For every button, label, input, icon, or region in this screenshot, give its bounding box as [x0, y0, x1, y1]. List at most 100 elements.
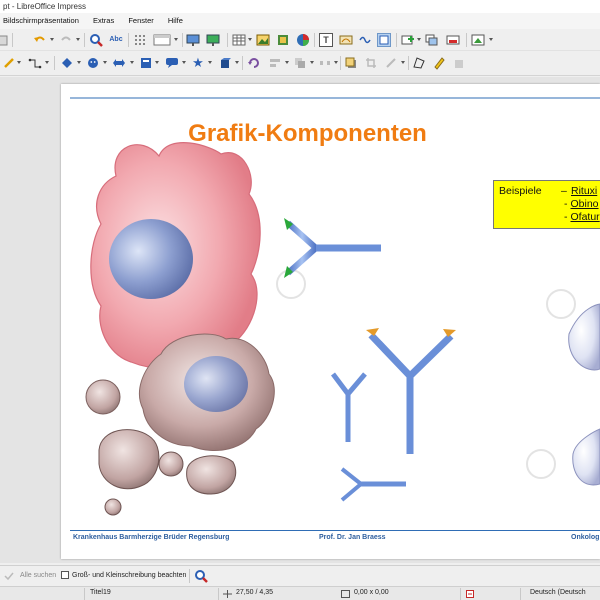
footer-author: Prof. Dr. Jan Braess [319, 534, 386, 541]
menu-slideshow[interactable]: Bildschirmpräsentation [3, 13, 79, 29]
symbol-shapes-icon[interactable] [86, 56, 100, 70]
basic-shapes-dropdown[interactable] [77, 61, 81, 64]
fontwork-icon[interactable] [339, 33, 353, 47]
menu-bar: Bildschirmpräsentation Extras Fenster Hi… [0, 13, 600, 29]
start-slideshow-icon[interactable] [186, 33, 200, 47]
table-icon[interactable] [232, 33, 246, 47]
small-cell-graphic [85, 379, 121, 415]
glue-points-icon[interactable] [432, 56, 446, 70]
callout-item-obinutuzumab[interactable]: - Obino [564, 198, 599, 210]
block-arrows-dropdown[interactable] [130, 61, 134, 64]
brown-cell-nucleus [184, 356, 248, 412]
undo-dropdown[interactable] [50, 38, 54, 41]
delete-slide-icon[interactable] [446, 33, 460, 47]
stars-icon[interactable]: ★ [191, 56, 205, 70]
antibody-graphic-horizontal [284, 218, 381, 278]
show-draw-functions-icon[interactable] [377, 33, 391, 47]
blue-cell-graphic [568, 303, 600, 371]
toggle-extrusion-icon[interactable] [452, 56, 466, 70]
filter-icon[interactable] [384, 56, 398, 70]
new-slide-dropdown[interactable] [417, 38, 421, 41]
find-all-button[interactable]: Alle suchen [20, 572, 56, 579]
redo-dropdown[interactable] [76, 38, 80, 41]
media-icon[interactable] [276, 33, 290, 47]
display-views-icon[interactable] [153, 33, 171, 47]
menu-window[interactable]: Fenster [128, 13, 153, 29]
duplicate-slide-icon[interactable] [425, 33, 439, 47]
slide-editing-area: Grafik-Komponenten Beispiele – Rituxi -O… [0, 77, 600, 563]
align-icon[interactable] [268, 56, 282, 70]
image-icon[interactable] [256, 33, 270, 47]
flowchart-icon[interactable] [139, 56, 153, 70]
arrange-dropdown[interactable] [310, 61, 314, 64]
toolbar-separator [340, 56, 341, 70]
points-icon[interactable] [412, 56, 426, 70]
connector-dropdown[interactable] [45, 61, 49, 64]
examples-callout-box[interactable]: Beispiele – Rituxi - Obino - Ofatur [493, 180, 600, 229]
line-color-icon[interactable] [2, 56, 16, 70]
match-case-checkbox[interactable] [61, 571, 69, 579]
footer-hospital: Krankenhaus Barmherzige Brüder Regensbur… [73, 534, 230, 541]
antibody-graphic-bottom [340, 467, 406, 502]
redo-icon[interactable] [59, 33, 73, 47]
basic-shapes-icon[interactable] [60, 56, 74, 70]
toolbar-separator [12, 33, 13, 47]
document-modified-icon[interactable] [466, 590, 474, 598]
undo-icon[interactable] [33, 33, 47, 47]
distribute-icon[interactable] [318, 56, 332, 70]
layout-dropdown[interactable] [489, 38, 493, 41]
toolbar-separator [242, 56, 243, 70]
slide-canvas[interactable]: Grafik-Komponenten Beispiele – Rituxi -O… [61, 84, 600, 559]
shadow-icon[interactable] [344, 56, 358, 70]
special-character-icon[interactable] [358, 33, 372, 47]
find-toolbar: Alle suchen Groß- und Kleinschreibung be… [0, 565, 600, 585]
3d-dropdown[interactable] [235, 61, 239, 64]
callout-dropdown[interactable] [182, 61, 186, 64]
paste-icon[interactable] [0, 33, 10, 47]
callout-icon[interactable] [165, 56, 179, 70]
new-slide-icon[interactable] [401, 33, 415, 47]
status-slide-name[interactable]: Titel19 [90, 589, 111, 596]
slideshow-current-icon[interactable] [206, 33, 220, 47]
status-separator [84, 588, 85, 600]
flowchart-dropdown[interactable] [155, 61, 159, 64]
callout-item-ofatumumab[interactable]: - Ofatur [564, 211, 600, 223]
window-title: pt - LibreOffice Impress [0, 0, 600, 13]
arrange-icon[interactable] [293, 56, 307, 70]
toolbar-separator [84, 33, 85, 47]
distribute-dropdown[interactable] [334, 61, 338, 64]
menu-tools[interactable]: Extras [93, 13, 114, 29]
callout-item-rituximab[interactable]: Rituxi [571, 185, 597, 197]
footer-rule [70, 530, 600, 531]
connector-icon[interactable] [28, 56, 42, 70]
small-cell-graphic [98, 429, 160, 490]
status-separator [460, 588, 461, 600]
3d-objects-icon[interactable] [218, 56, 232, 70]
textbox-icon[interactable]: T [319, 33, 333, 47]
filter-dropdown[interactable] [401, 61, 405, 64]
align-dropdown[interactable] [285, 61, 289, 64]
stars-dropdown[interactable] [208, 61, 212, 64]
toolbar-separator [182, 33, 183, 47]
table-dropdown[interactable] [248, 38, 252, 41]
views-dropdown[interactable] [174, 38, 178, 41]
spellcheck-icon[interactable]: Abc [109, 33, 123, 47]
rotate-icon[interactable] [247, 56, 261, 70]
chart-icon[interactable] [296, 33, 310, 47]
line-dropdown[interactable] [17, 61, 21, 64]
slide-layout-icon[interactable] [471, 33, 485, 47]
symbol-shapes-dropdown[interactable] [103, 61, 107, 64]
grid-icon[interactable] [133, 33, 147, 47]
status-language[interactable]: Deutsch (Deutsch [530, 589, 586, 596]
find-replace-icon[interactable] [194, 569, 208, 583]
crop-icon[interactable] [364, 56, 378, 70]
slide-title[interactable]: Grafik-Komponenten [61, 120, 554, 148]
toolbar-separator [189, 569, 190, 583]
small-cell-graphic [104, 498, 122, 516]
find-replace-icon[interactable] [89, 33, 103, 47]
toolbar-separator [396, 33, 397, 47]
menu-help[interactable]: Hilfe [168, 13, 183, 29]
status-position: 27,50 / 4,35 [236, 589, 273, 596]
antibody-graphic-large [366, 328, 456, 454]
block-arrows-icon[interactable] [112, 56, 126, 70]
